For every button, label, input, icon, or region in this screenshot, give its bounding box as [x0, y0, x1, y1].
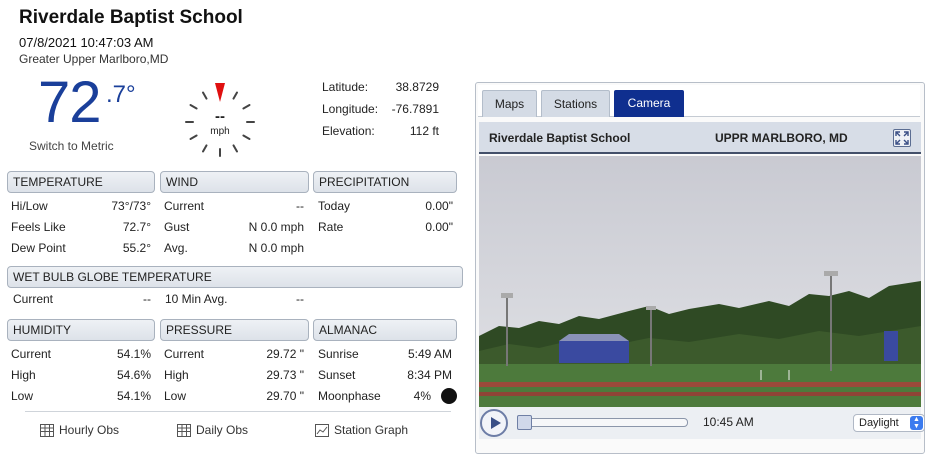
- humidity-current-value: 54.1%: [116, 347, 151, 361]
- elevation-label: Elevation:: [322, 124, 375, 138]
- humidity-heading: HUMIDITY: [7, 319, 155, 341]
- wbgt-current-value: --: [143, 292, 151, 306]
- daily-obs-link[interactable]: Daily Obs: [177, 423, 248, 437]
- chevron-updown-icon: ▲ ▼: [910, 416, 923, 430]
- moon-phase-icon: [441, 388, 457, 404]
- latitude-label: Latitude:: [322, 80, 369, 94]
- pressure-high-value: 29.73 ": [266, 368, 304, 382]
- camera-image: [479, 156, 921, 407]
- station-location: Greater Upper Marlboro,MD: [19, 52, 169, 66]
- humidity-low-label: Low: [11, 389, 34, 403]
- wind-gust-label: Gust: [164, 220, 190, 234]
- wind-direction-marker: [215, 83, 225, 102]
- precipitation-heading: PRECIPITATION: [313, 171, 457, 193]
- wbgt-avg-value: --: [296, 292, 304, 306]
- temp-feelslike-value: 72.7°: [122, 220, 151, 234]
- wind-gust-value: N 0.0 mph: [248, 220, 304, 234]
- switch-to-metric-link[interactable]: Switch to Metric: [29, 139, 114, 153]
- play-button[interactable]: [480, 409, 508, 437]
- table-icon: [177, 424, 191, 437]
- temp-hilow-label: Hi/Low: [11, 199, 48, 213]
- precip-rate-value: 0.00": [425, 220, 453, 234]
- humidity-high-label: High: [11, 368, 36, 382]
- latitude-value: 38.8729: [395, 80, 439, 94]
- hourly-obs-label: Hourly Obs: [59, 423, 120, 437]
- pressure-low-value: 29.70 ": [266, 389, 304, 403]
- camera-time: 10:45 AM: [703, 415, 754, 429]
- current-temperature-decimal: .7°: [106, 81, 136, 108]
- station-graph-link[interactable]: Station Graph: [315, 423, 408, 437]
- tab-maps[interactable]: Maps: [482, 90, 537, 117]
- precip-today-value: 0.00": [425, 199, 453, 213]
- timeline-slider[interactable]: [518, 418, 688, 427]
- wind-avg-value: N 0.0 mph: [248, 241, 304, 255]
- tab-stations[interactable]: Stations: [541, 90, 610, 117]
- longitude-label: Longitude:: [322, 102, 379, 116]
- humidity-high-value: 54.6%: [116, 368, 151, 382]
- wbgt-avg-label: 10 Min Avg.: [165, 292, 228, 306]
- precip-today-label: Today: [318, 199, 351, 213]
- wbgt-current-label: Current: [13, 292, 54, 306]
- pressure-high-label: High: [164, 368, 189, 382]
- pressure-low-label: Low: [164, 389, 187, 403]
- divider: [25, 411, 451, 412]
- current-temperature: 72: [38, 70, 102, 135]
- wind-avg-label: Avg.: [164, 241, 188, 255]
- timeline-slider-handle[interactable]: [517, 415, 532, 430]
- play-icon: [491, 417, 501, 429]
- table-icon: [40, 424, 54, 437]
- camera-location: UPPR MARLBORO, MD: [715, 131, 848, 145]
- elevation-value: 112 ft: [409, 124, 439, 138]
- longitude-value: -76.7891: [391, 102, 439, 116]
- wind-current-label: Current: [164, 199, 205, 213]
- station-title: Riverdale Baptist School: [19, 7, 243, 28]
- wind-heading: WIND: [160, 171, 309, 193]
- temp-feelslike-label: Feels Like: [11, 220, 66, 234]
- sunrise-value: 5:49 AM: [407, 347, 452, 361]
- wind-speed-unit: mph: [210, 126, 230, 137]
- temperature-heading: TEMPERATURE: [7, 171, 155, 193]
- camera-mode-value: Daylight: [859, 417, 899, 429]
- moonphase-label: Moonphase: [318, 389, 381, 403]
- pressure-current-value: 29.72 ": [266, 347, 304, 361]
- sunrise-label: Sunrise: [318, 347, 359, 361]
- humidity-low-value: 54.1%: [116, 389, 151, 403]
- pressure-heading: PRESSURE: [160, 319, 309, 341]
- camera-title: Riverdale Baptist School: [489, 131, 631, 145]
- sunset-label: Sunset: [318, 368, 356, 382]
- temp-dewpoint-label: Dew Point: [11, 241, 66, 255]
- wind-current-value: --: [296, 199, 304, 213]
- wbgt-heading: WET BULB GLOBE TEMPERATURE: [7, 266, 463, 288]
- tab-camera[interactable]: Camera: [614, 90, 684, 117]
- almanac-heading: ALMANAC: [313, 319, 457, 341]
- pressure-current-label: Current: [164, 347, 205, 361]
- temp-dewpoint-value: 55.2°: [122, 241, 151, 255]
- observation-datetime: 07/8/2021 10:47:03 AM: [19, 35, 154, 50]
- temp-hilow-value: 73°/73°: [111, 199, 151, 213]
- camera-mode-select[interactable]: Daylight ▲ ▼: [853, 414, 925, 432]
- wind-speed-value: --: [215, 108, 225, 125]
- precip-rate-label: Rate: [318, 220, 344, 234]
- station-graph-label: Station Graph: [334, 423, 409, 437]
- daily-obs-label: Daily Obs: [196, 423, 249, 437]
- humidity-current-label: Current: [11, 347, 52, 361]
- hourly-obs-link[interactable]: Hourly Obs: [40, 423, 119, 437]
- graph-icon: [315, 424, 329, 437]
- moonphase-value: 4%: [413, 389, 431, 403]
- sunset-value: 8:34 PM: [407, 368, 452, 382]
- expand-icon[interactable]: [893, 129, 911, 147]
